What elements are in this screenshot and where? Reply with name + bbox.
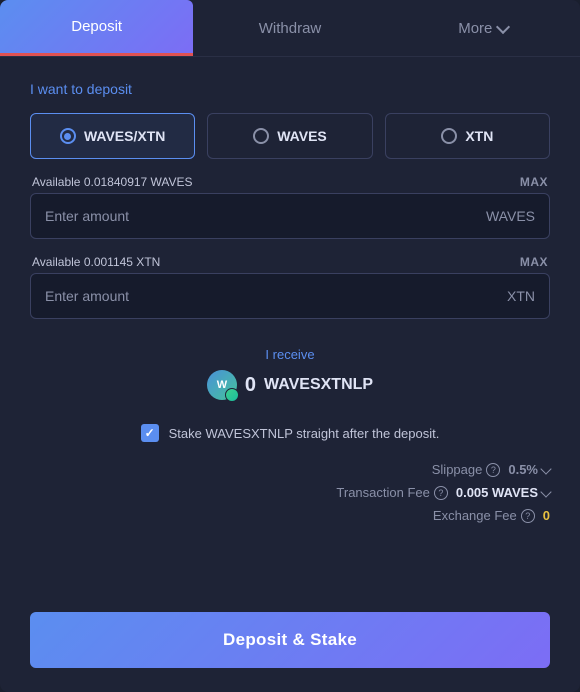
radio-xtn — [441, 128, 457, 144]
xtn-available: Available 0.001145 XTN — [32, 255, 160, 269]
transaction-fee-row: Transaction Fee ? 0.005 WAVES — [30, 485, 550, 500]
xtn-amount-input[interactable] — [45, 274, 507, 318]
waves-amount-input[interactable] — [45, 194, 486, 238]
stake-checkbox[interactable]: ✓ — [141, 424, 159, 442]
main-content: I want to deposit WAVES/XTN WAVES XTN Av… — [0, 57, 580, 612]
token-selector-row: WAVES/XTN WAVES XTN — [30, 113, 550, 159]
fee-section: Slippage ? 0.5% Transaction Fee ? 0.005 … — [30, 462, 550, 523]
transaction-fee-info-icon[interactable]: ? — [434, 486, 448, 500]
app-container: Deposit Withdraw More I want to deposit … — [0, 0, 580, 692]
checkmark-icon: ✓ — [145, 426, 155, 440]
stake-label: Stake WAVESXTNLP straight after the depo… — [169, 426, 440, 441]
tab-withdraw[interactable]: Withdraw — [193, 0, 386, 56]
token-btn-xtn[interactable]: XTN — [385, 113, 550, 159]
transaction-fee-label: Transaction Fee ? — [336, 485, 447, 500]
exchange-fee-value: 0 — [543, 508, 550, 523]
xtn-meta: Available 0.001145 XTN MAX — [30, 255, 550, 269]
waves-meta: Available 0.01840917 WAVES MAX — [30, 175, 550, 189]
tab-more[interactable]: More — [387, 0, 580, 56]
token-waves-xtn-label: WAVES/XTN — [84, 128, 165, 144]
xtn-max-button[interactable]: MAX — [520, 255, 548, 269]
radio-waves — [253, 128, 269, 144]
slippage-label: Slippage ? — [432, 462, 501, 477]
slippage-info-icon[interactable]: ? — [486, 463, 500, 477]
deposit-section-label: I want to deposit — [30, 81, 550, 97]
chevron-down-icon — [496, 19, 510, 33]
xtn-input-wrapper: XTN — [30, 273, 550, 319]
wavesxtnlp-icon: W — [207, 370, 237, 400]
exchange-fee-label: Exchange Fee ? — [433, 508, 535, 523]
receive-amount-row: W 0 WAVESXTNLP — [30, 370, 550, 400]
transaction-fee-value[interactable]: 0.005 WAVES — [456, 485, 550, 500]
deposit-stake-button[interactable]: Deposit & Stake — [30, 612, 550, 668]
receive-token: WAVESXTNLP — [264, 376, 373, 394]
receive-amount: 0 — [245, 374, 256, 397]
waves-available: Available 0.01840917 WAVES — [32, 175, 193, 189]
stake-row: ✓ Stake WAVESXTNLP straight after the de… — [30, 424, 550, 442]
waves-max-button[interactable]: MAX — [520, 175, 548, 189]
token-btn-waves[interactable]: WAVES — [207, 113, 372, 159]
token-xtn-label: XTN — [465, 128, 493, 144]
waves-amount-section: Available 0.01840917 WAVES MAX WAVES — [30, 175, 550, 239]
slippage-chevron-icon — [540, 463, 551, 474]
slippage-value[interactable]: 0.5% — [508, 462, 550, 477]
token-btn-waves-xtn[interactable]: WAVES/XTN — [30, 113, 195, 159]
tab-more-label: More — [458, 20, 492, 37]
token-waves-label: WAVES — [277, 128, 327, 144]
radio-waves-xtn — [60, 128, 76, 144]
exchange-fee-row: Exchange Fee ? 0 — [30, 508, 550, 523]
receive-label: I receive — [30, 347, 550, 362]
xtn-amount-section: Available 0.001145 XTN MAX XTN — [30, 255, 550, 319]
exchange-fee-info-icon[interactable]: ? — [521, 509, 535, 523]
tab-bar: Deposit Withdraw More — [0, 0, 580, 57]
tab-deposit[interactable]: Deposit — [0, 0, 193, 56]
slippage-row: Slippage ? 0.5% — [30, 462, 550, 477]
waves-input-wrapper: WAVES — [30, 193, 550, 239]
transaction-fee-chevron-icon — [540, 486, 551, 497]
receive-section: I receive W 0 WAVESXTNLP — [30, 335, 550, 404]
xtn-unit: XTN — [507, 288, 535, 304]
waves-unit: WAVES — [486, 208, 535, 224]
